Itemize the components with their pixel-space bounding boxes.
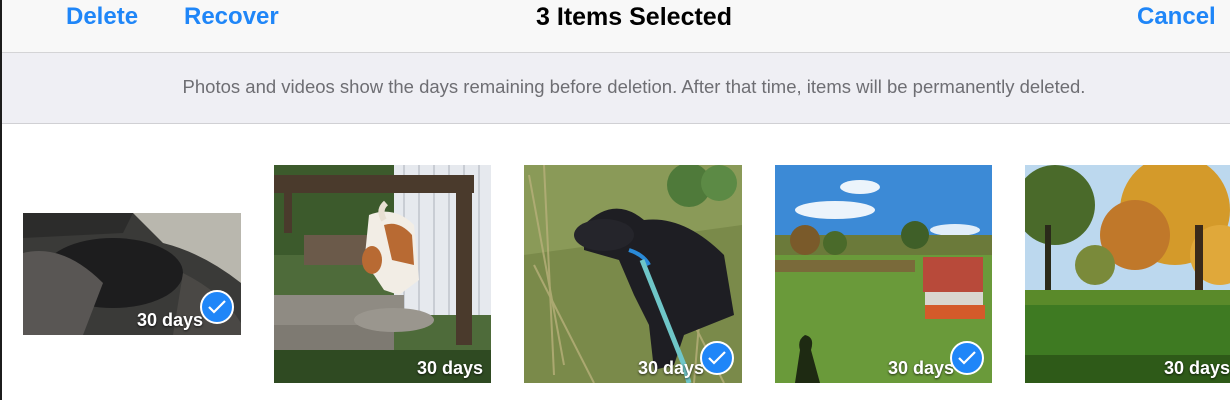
days-remaining-label: 30 days <box>887 358 954 378</box>
photo-image <box>274 165 491 383</box>
deletion-info-banner: Photos and videos show the days remainin… <box>2 53 1230 124</box>
selected-checkmark-icon <box>950 341 984 375</box>
days-remaining-label: 30 days <box>136 310 203 330</box>
selected-checkmark-icon <box>700 341 734 375</box>
photo-thumbnail[interactable]: 30 days <box>775 165 992 383</box>
photo-thumbnail[interactable]: 30 days <box>274 165 491 383</box>
photo-thumbnail[interactable]: 30 days <box>524 165 742 383</box>
photo-image <box>1025 165 1230 383</box>
photo-thumbnail[interactable]: 30 days <box>23 213 241 335</box>
days-remaining-label: 30 days <box>416 358 483 378</box>
photo-grid: 30 days 30 days 30 days 30 days 30 days <box>0 124 1230 400</box>
selected-checkmark-icon <box>200 290 234 324</box>
days-remaining-label: 30 days <box>1163 358 1230 378</box>
cancel-button[interactable]: Cancel <box>1137 2 1216 32</box>
deletion-info-text: Photos and videos show the days remainin… <box>182 76 1086 97</box>
days-remaining-label: 30 days <box>637 358 704 378</box>
photo-thumbnail[interactable]: 30 days <box>1025 165 1230 383</box>
navigation-bar: Delete Recover 3 Items Selected Cancel <box>2 0 1230 53</box>
page-title: 3 Items Selected <box>536 3 732 31</box>
